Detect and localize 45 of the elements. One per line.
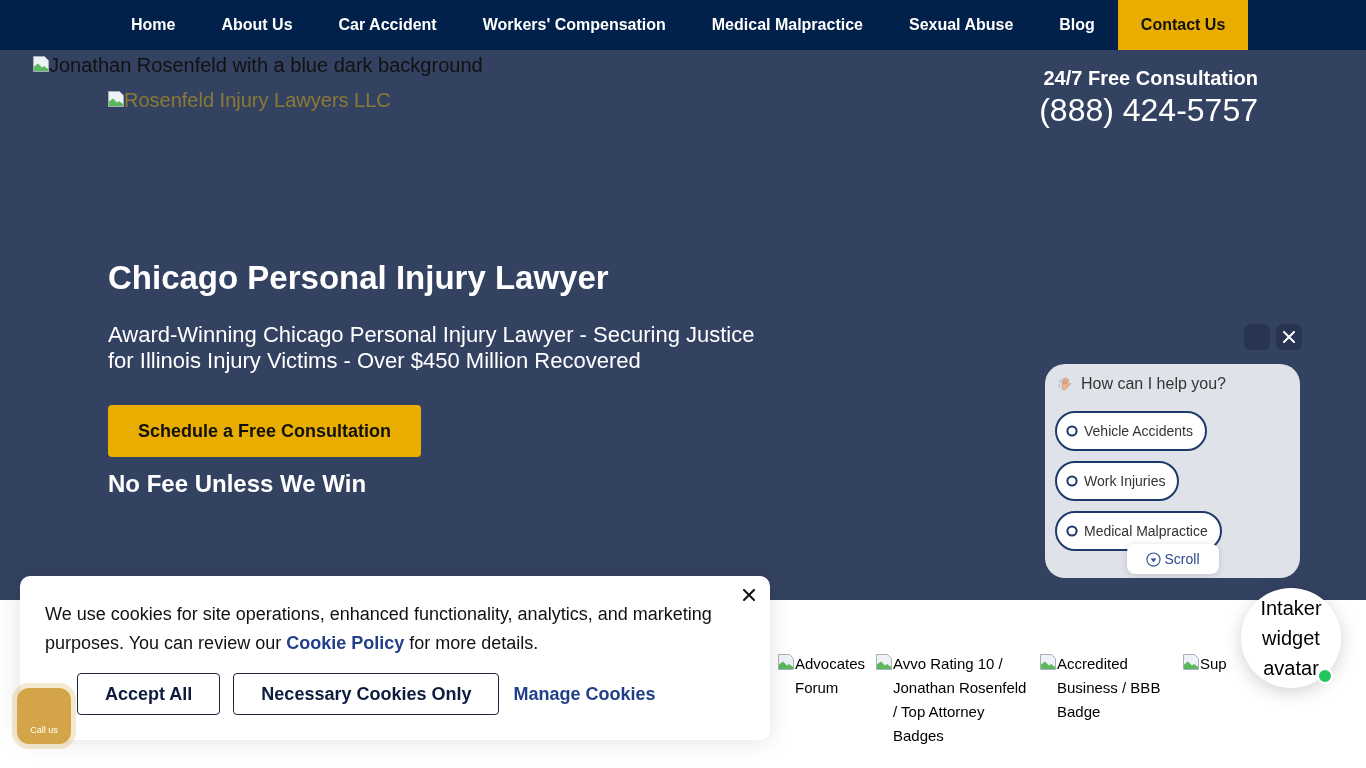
nav-link[interactable]: About Us xyxy=(198,0,316,50)
image-alt-text: Jonathan Rosenfeld with a blue dark background xyxy=(49,54,483,77)
hero-title: Chicago Personal Injury Lawyer xyxy=(108,259,609,297)
cookie-option-button[interactable]: Accept All xyxy=(77,673,221,715)
broken-image-icon xyxy=(778,654,794,670)
scroll-button[interactable]: Scroll xyxy=(1127,544,1219,574)
broken-image-icon xyxy=(1040,654,1056,670)
chat-prompt: How can I help you? xyxy=(1081,375,1226,393)
nav-link[interactable]: Car Accident xyxy=(315,0,460,50)
close-icon xyxy=(743,589,755,601)
radio-circle-icon xyxy=(1066,475,1078,487)
hero-tagline: No Fee Unless We Win xyxy=(108,470,367,498)
image-alt-text: Avvo Rating 10 / Jonathan Rosenfeld / Top Attorney Badges xyxy=(893,654,1028,746)
radio-circle-icon xyxy=(1066,425,1078,437)
hero-subtitle: Award-Winning Chicago Personal Injury Lawyer - Securing Justice for Illinois Injury Victims - Over $450 Million Recovered xyxy=(108,322,756,374)
circle-arrow-down-icon xyxy=(1146,551,1162,567)
manage-cookies-link[interactable]: Manage Cookies xyxy=(513,680,656,708)
close-button[interactable] xyxy=(1276,324,1302,350)
schedule-consultation-button[interactable]: Schedule a Free Consultation xyxy=(108,405,421,457)
consultation-label: 24/7 Free Consultation xyxy=(1043,67,1258,90)
close-button[interactable] xyxy=(741,587,757,603)
chat-option-button[interactable]: Medical Malpractice xyxy=(1055,511,1222,551)
logo-alt-text: Rosenfeld Injury Lawyers LLC xyxy=(124,89,391,112)
chat-option-button[interactable]: Work Injuries xyxy=(1055,461,1180,501)
nav-link[interactable]: Contact Us xyxy=(1117,0,1249,50)
nav-link[interactable]: Workers' Compensation xyxy=(459,0,689,50)
cookie-message: We use cookies for site operations, enhanced functionality, analytics, and marketing purposes. You can review our Cookie Policy for more details. xyxy=(45,603,713,655)
broken-image-icon xyxy=(33,56,49,72)
broken-image-icon xyxy=(876,654,892,670)
radio-circle-icon xyxy=(1066,525,1078,537)
chat-option-button[interactable]: Vehicle Accidents xyxy=(1055,411,1207,451)
nav-link[interactable]: Medical Malpractice xyxy=(688,0,886,50)
broken-image-icon xyxy=(108,91,124,107)
broken-image-icon xyxy=(1183,654,1199,670)
phone-number-link[interactable]: (888) 424-5757 xyxy=(1039,92,1258,129)
image-alt-text: Sup xyxy=(1200,654,1227,674)
image-alt-text: Advocates Forum xyxy=(795,654,867,698)
cookie-policy-link[interactable]: Cookie Policy xyxy=(286,633,405,653)
image-alt-text: Accredited Business / BBB Badge xyxy=(1057,654,1162,722)
cookie-option-button[interactable]: Necessary Cookies Only xyxy=(233,673,500,715)
nav-link[interactable]: Home xyxy=(108,0,199,50)
nav-link[interactable]: Sexual Abuse xyxy=(885,0,1037,50)
close-icon xyxy=(1283,331,1295,343)
waving-hand-icon xyxy=(1058,376,1074,392)
nav-link[interactable]: Blog xyxy=(1036,0,1118,50)
